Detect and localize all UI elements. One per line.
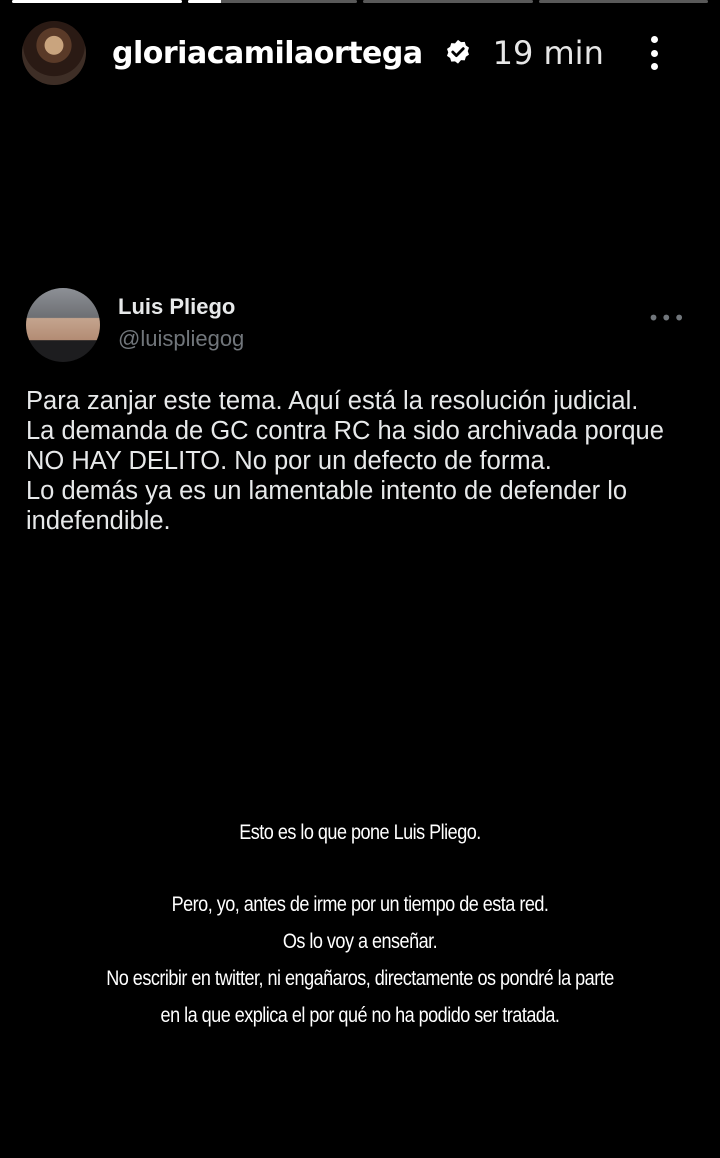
verified-badge-icon bbox=[446, 39, 469, 64]
caption-line: Pero, yo, antes de irme por un tiempo de… bbox=[171, 893, 549, 916]
story-caption: Esto es lo que pone Luis Pliego. Pero, y… bbox=[50, 814, 669, 1034]
story-username[interactable]: gloriacamilaortega bbox=[112, 36, 423, 71]
progress-fill bbox=[187, 0, 222, 3]
more-vertical-icon[interactable] bbox=[650, 36, 658, 70]
tweet-text-content: Para zanjar este tema. Aquí está la reso… bbox=[26, 387, 664, 535]
progress-segment bbox=[12, 0, 182, 3]
tweet-more-icon: ••• bbox=[647, 306, 686, 330]
progress-segment bbox=[538, 0, 708, 3]
caption-line: No escribir en twitter, ni engañaros, di… bbox=[106, 967, 614, 990]
tweet-text: Para zanjar este tema. Aquí está la reso… bbox=[26, 386, 700, 536]
tweet-author-handle: @luispliegog bbox=[118, 326, 245, 351]
story-progress-bar bbox=[12, 0, 708, 3]
progress-segment bbox=[187, 0, 357, 3]
story-timestamp: 19 min bbox=[492, 34, 604, 72]
tweet-author-name: Luis Pliego bbox=[118, 294, 236, 319]
story-header: gloriacamilaortega 19 min bbox=[22, 20, 698, 86]
progress-fill bbox=[12, 0, 182, 3]
avatar[interactable] bbox=[22, 21, 86, 85]
tweet-header: Luis Pliego @luispliegog ••• bbox=[26, 288, 694, 362]
caption-line: en la que explica el por qué no ha podid… bbox=[160, 1004, 560, 1027]
progress-segment bbox=[363, 0, 533, 3]
tweet-avatar bbox=[26, 288, 100, 362]
caption-line: Esto es lo que pone Luis Pliego. bbox=[239, 821, 481, 844]
caption-line: Os lo voy a enseñar. bbox=[282, 930, 438, 953]
